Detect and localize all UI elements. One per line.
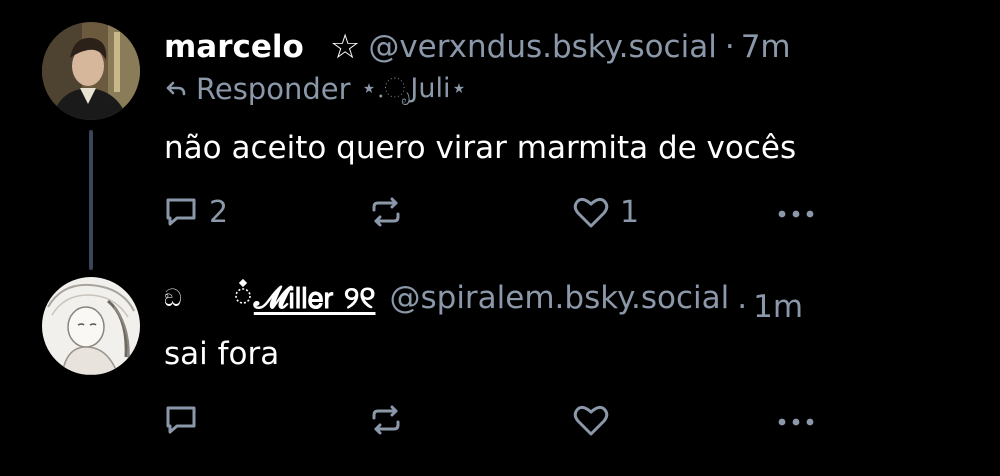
post-header: marcelo ☆ @verxndus.bsky.social · 7m <box>164 27 791 67</box>
star-symbol: ☆ <box>329 27 361 67</box>
avatar[interactable] <box>42 277 140 375</box>
avatar[interactable] <box>42 22 140 120</box>
like-button[interactable]: 1 <box>572 192 639 232</box>
author-handle[interactable]: @verxndus.bsky.social <box>368 29 717 65</box>
post-miller[interactable]: ඞ 𝓜𝗂𝗅𝗅𝖾𝗋 ୨୧ @spiralem.bsky.social · 1m s… <box>0 260 1000 476</box>
like-count: 1 <box>620 194 640 230</box>
heart-icon <box>572 402 610 438</box>
comment-icon <box>163 402 199 438</box>
reply-arrow-icon <box>164 72 188 106</box>
thread-line <box>89 130 93 270</box>
separator-dot: · <box>724 29 735 65</box>
author-handle[interactable]: @spiralem.bsky.social <box>389 280 729 316</box>
reply-count: 2 <box>209 194 229 230</box>
repost-icon <box>368 402 404 438</box>
more-icon <box>776 402 816 438</box>
comment-icon <box>163 194 199 230</box>
post-header: ඞ 𝓜𝗂𝗅𝗅𝖾𝗋 ୨୧ @spiralem.bsky.social · 1m <box>164 278 803 325</box>
more-options-button[interactable] <box>776 192 816 232</box>
ring-glyph <box>234 278 252 317</box>
reply-target-name[interactable]: ⋆.ೃJuli⋆ <box>361 73 468 105</box>
repost-button[interactable] <box>368 400 404 440</box>
like-button[interactable] <box>572 400 620 440</box>
reply-context[interactable]: Responder ⋆.ೃJuli⋆ <box>164 72 467 106</box>
post-marcelo[interactable]: marcelo ☆ @verxndus.bsky.social · 7m Res… <box>0 0 1000 270</box>
more-icon <box>776 194 816 230</box>
separator-dot: · <box>737 289 748 325</box>
reply-label: Responder <box>196 72 351 106</box>
post-text: sai fora <box>164 336 280 372</box>
name-prefix-glyph: ඞ <box>164 284 182 312</box>
repost-icon <box>368 194 404 230</box>
more-options-button[interactable] <box>776 400 816 440</box>
reply-button[interactable]: 2 <box>163 192 228 232</box>
reply-button[interactable] <box>163 400 209 440</box>
author-display-name[interactable]: 𝓜𝗂𝗅𝗅𝖾𝗋 ୨୧ <box>254 280 376 317</box>
author-display-name[interactable]: marcelo <box>164 29 304 65</box>
heart-icon <box>572 194 610 230</box>
repost-button[interactable] <box>368 192 404 232</box>
post-text: não aceito quero virar marmita de vocês <box>164 130 797 166</box>
timestamp[interactable]: 7m <box>741 29 791 65</box>
timestamp[interactable]: 1m <box>753 289 803 325</box>
